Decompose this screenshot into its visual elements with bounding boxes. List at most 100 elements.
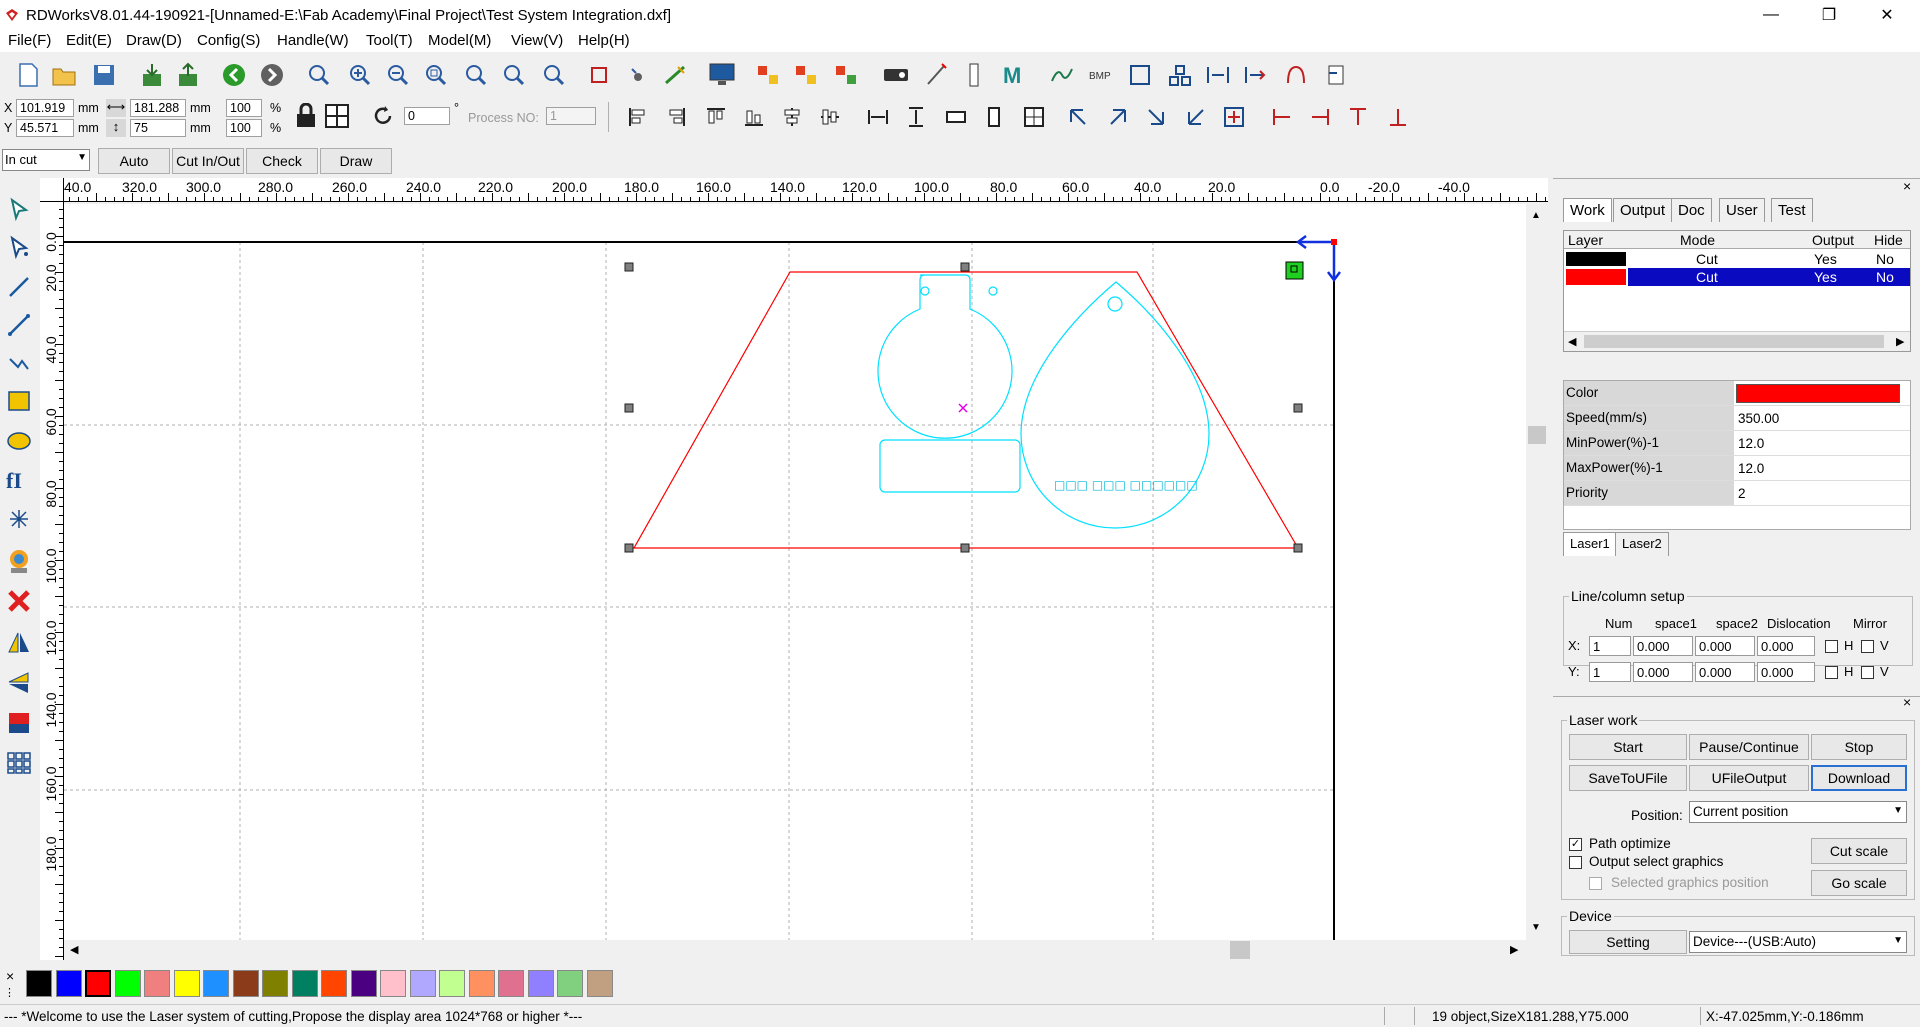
setting-button[interactable]: Setting [1569, 930, 1687, 954]
zoom-window-icon[interactable] [540, 61, 568, 89]
tab-test[interactable]: Test [1771, 198, 1813, 222]
menu-handle[interactable]: Handle(W) [277, 32, 349, 49]
property-value-input[interactable]: 2 [1736, 481, 1910, 505]
mirror-h-checkbox[interactable] [1825, 640, 1838, 653]
align-left-icon[interactable] [624, 103, 652, 131]
layer-row[interactable]: Cut Yes No [1564, 250, 1910, 268]
palette-color-swatch[interactable] [350, 970, 377, 997]
align-bottom-edge-icon[interactable] [1384, 103, 1412, 131]
maximize-button[interactable]: ❐ [1806, 0, 1852, 30]
tab-laser1[interactable]: Laser1 [1563, 532, 1617, 556]
align-left-edge-icon[interactable] [1268, 103, 1296, 131]
menu-tool[interactable]: Tool(T) [366, 32, 413, 49]
same-width-icon[interactable] [942, 103, 970, 131]
download-button[interactable]: Download [1811, 765, 1907, 791]
keyhole-shape[interactable] [877, 274, 1013, 439]
palette-color-swatch[interactable] [114, 970, 141, 997]
drawing-canvas[interactable]: □□□ □□□ □□□□□□ [64, 204, 1536, 940]
mirror-h-checkbox[interactable] [1825, 666, 1838, 679]
group-icon[interactable] [1166, 61, 1194, 89]
laser-head-position[interactable] [1285, 261, 1304, 280]
menu-draw[interactable]: Draw(D) [126, 32, 182, 49]
select-arrow-icon[interactable] [4, 194, 34, 224]
menu-view[interactable]: View(V) [511, 32, 563, 49]
check-button[interactable]: Check [246, 148, 318, 174]
polyline-tool-icon[interactable] [4, 310, 34, 340]
equal-vspace-icon[interactable] [902, 103, 930, 131]
zoom-select-icon[interactable] [462, 61, 490, 89]
array-copy-icon[interactable] [792, 61, 820, 89]
import-icon[interactable] [138, 61, 166, 89]
align-right-edge-icon[interactable] [1306, 103, 1334, 131]
dot-tool-icon[interactable] [4, 504, 34, 534]
laser-panel-close-icon[interactable]: × [1903, 694, 1911, 710]
dislocation-input[interactable]: 0.000 [1757, 662, 1815, 682]
zoom-data-icon[interactable] [500, 61, 528, 89]
curve-smooth-icon[interactable] [1048, 61, 1076, 89]
smooth-curve-icon[interactable] [662, 61, 690, 89]
array-grid-icon[interactable] [832, 61, 860, 89]
property-value-input[interactable]: 12.0 [1736, 456, 1910, 480]
draw-button[interactable]: Draw [320, 148, 392, 174]
palette-color-swatch[interactable] [203, 970, 229, 997]
dislocation-input[interactable]: 0.000 [1757, 636, 1815, 656]
zoom-pan-icon[interactable] [305, 61, 333, 89]
palette-color-swatch[interactable] [85, 970, 111, 997]
position-select[interactable]: Current position ▼ [1689, 801, 1907, 823]
laser-beam-icon[interactable] [922, 61, 950, 89]
palette-color-swatch[interactable] [262, 970, 288, 997]
offset-icon[interactable] [1282, 61, 1310, 89]
palette-color-swatch[interactable] [55, 970, 82, 997]
stop-button[interactable]: Stop [1811, 734, 1907, 760]
menu-model[interactable]: Model(M) [428, 32, 491, 49]
same-height-icon[interactable] [980, 103, 1008, 131]
space1-input[interactable]: 0.000 [1633, 662, 1693, 682]
align-icon[interactable] [1242, 61, 1270, 89]
vertical-scrollbar[interactable]: ▲ ▼ [1526, 204, 1548, 940]
move-bottom-right-icon[interactable] [1142, 103, 1170, 131]
device-select[interactable]: Device---(USB:Auto) ▼ [1689, 931, 1907, 953]
width-percent-input[interactable]: 100 [226, 99, 262, 117]
node-select-icon[interactable] [4, 232, 34, 262]
align-bottom-icon[interactable] [740, 103, 768, 131]
vertical-scroll-thumb[interactable] [1528, 426, 1546, 444]
num-input[interactable]: 1 [1589, 662, 1631, 682]
selected-position-checkbox[interactable] [1589, 877, 1602, 890]
equal-hspace-icon[interactable] [864, 103, 892, 131]
y-position-input[interactable]: 45.571 [16, 119, 74, 137]
array-layout-icon[interactable] [754, 61, 782, 89]
palette-color-swatch[interactable] [232, 970, 259, 997]
cut-scale-button[interactable]: Cut scale [1811, 838, 1907, 864]
minimize-button[interactable]: — [1748, 0, 1794, 30]
cut-mode-select[interactable]: In cut ▼ [2, 149, 90, 171]
scroll-right-icon[interactable]: ▶ [1896, 335, 1904, 348]
menu-config[interactable]: Config(S) [197, 32, 260, 49]
open-folder-icon[interactable] [50, 61, 78, 89]
menu-edit[interactable]: Edit(E) [66, 32, 112, 49]
tab-laser2[interactable]: Laser2 [1615, 532, 1669, 556]
mirror-v-checkbox[interactable] [1861, 666, 1874, 679]
width-input[interactable]: 181.288 [130, 99, 186, 117]
palette-color-swatch[interactable] [439, 970, 465, 997]
align-right-icon[interactable] [662, 103, 690, 131]
palette-color-swatch[interactable] [173, 970, 200, 997]
mirror-horizontal-icon[interactable] [4, 628, 34, 658]
align-hcenter-icon[interactable] [778, 103, 806, 131]
mirror-v-checkbox[interactable] [1861, 640, 1874, 653]
height-percent-input[interactable]: 100 [226, 119, 262, 137]
go-scale-button[interactable]: Go scale [1811, 870, 1907, 896]
align-top-icon[interactable] [702, 103, 730, 131]
palette-color-swatch[interactable] [409, 970, 436, 997]
palette-color-swatch[interactable] [586, 970, 613, 997]
move-bottom-left-icon[interactable] [1182, 103, 1210, 131]
palette-color-swatch[interactable] [557, 970, 583, 997]
palette-color-swatch[interactable] [26, 970, 52, 997]
space2-input[interactable]: 0.000 [1695, 662, 1755, 682]
lock-icon[interactable] [294, 102, 318, 129]
move-center-icon[interactable] [1220, 103, 1248, 131]
align-top-edge-icon[interactable] [1344, 103, 1372, 131]
tab-doc[interactable]: Doc [1671, 198, 1712, 222]
monitor-icon[interactable] [708, 61, 736, 89]
x-position-input[interactable]: 101.919 [16, 99, 74, 117]
ellipse-tool-icon[interactable] [4, 426, 34, 456]
